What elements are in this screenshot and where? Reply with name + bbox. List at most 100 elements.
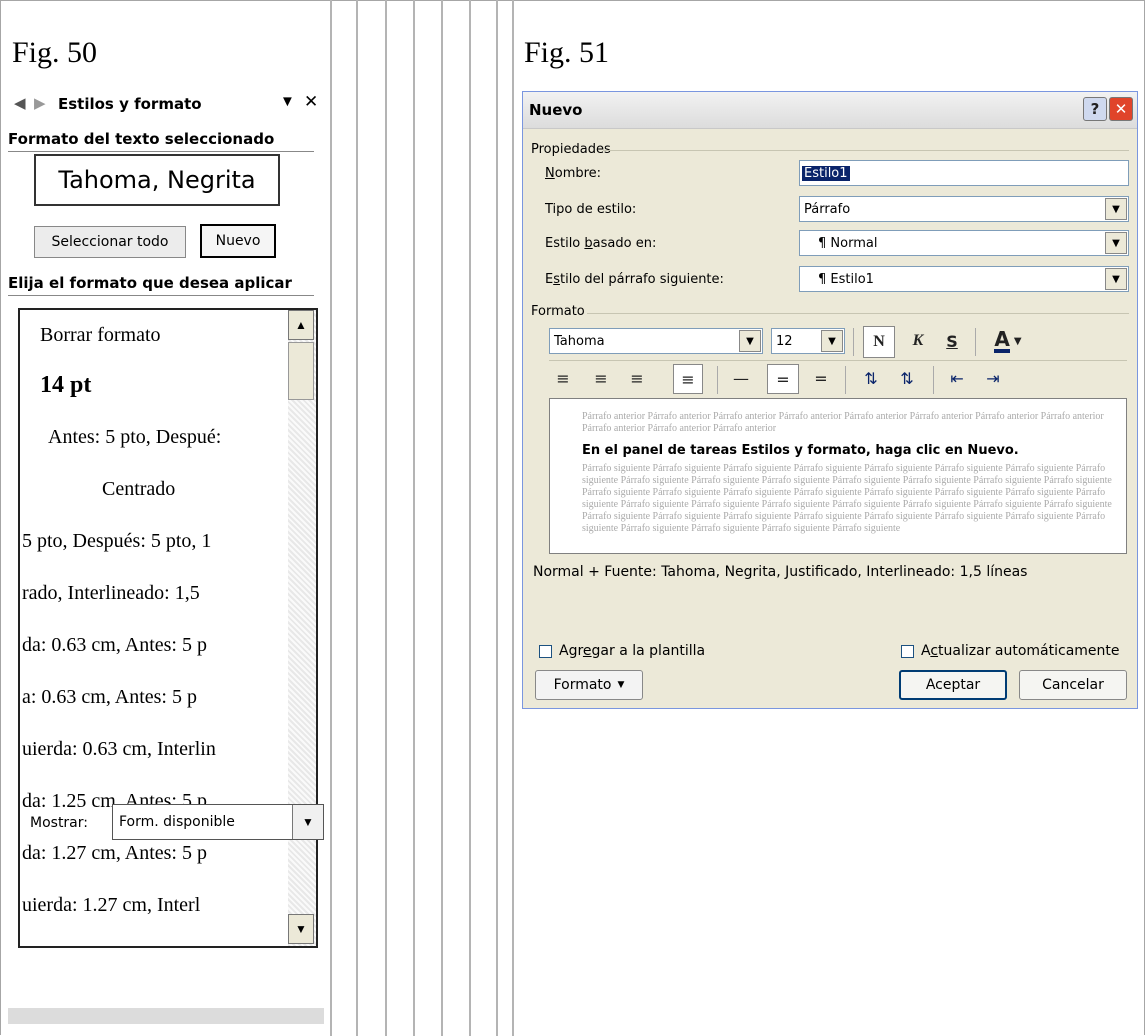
list-item[interactable]: 5 pto, Después: 5 pto, 1: [20, 517, 288, 565]
list-item[interactable]: Borrar formato: [20, 311, 306, 359]
style-description: Normal + Fuente: Tahoma, Negrita, Justif…: [533, 564, 1028, 580]
font-color-button[interactable]: A ▼: [983, 326, 1033, 356]
ok-button[interactable]: Aceptar: [899, 670, 1007, 700]
style-type-select[interactable]: Párrafo ▼: [799, 196, 1129, 222]
based-on-value: ¶ Normal: [818, 236, 878, 251]
align-left-button[interactable]: ≡: [549, 364, 577, 392]
add-to-template-checkbox[interactable]: [539, 645, 552, 658]
select-all-button[interactable]: Seleccionar todo: [34, 226, 186, 258]
single-spacing-button[interactable]: —: [727, 364, 755, 392]
name-label: Nombre:: [545, 166, 602, 181]
double-spacing-button[interactable]: =: [807, 364, 835, 392]
based-on-select[interactable]: ¶ Normal ▼: [799, 230, 1129, 256]
divider: [512, 0, 514, 1036]
align-center-button[interactable]: ≡: [587, 364, 615, 392]
chevron-down-icon[interactable]: ▼: [739, 330, 761, 352]
format-menu-label: Formato: [553, 677, 612, 693]
preview-previous-paragraph: Párrafo anterior Párrafo anterior Párraf…: [582, 411, 1104, 434]
chevron-down-icon[interactable]: ▼: [1105, 198, 1127, 220]
scroll-up-arrow-icon[interactable]: ▲: [288, 310, 314, 340]
space-after-icon[interactable]: ⇅: [893, 364, 921, 392]
toolbar-separator: [845, 366, 846, 394]
styles-task-pane: ◀ ▶ Estilos y formato ▼ ✕ Formato del te…: [8, 88, 324, 1024]
chevron-down-icon: ▼: [1013, 335, 1022, 347]
one-half-spacing-button[interactable]: =: [767, 364, 799, 394]
style-type-value: Párrafo: [804, 202, 851, 217]
selected-format-box: Tahoma, Negrita: [34, 154, 280, 206]
based-on-label: Estilo basado en:: [545, 236, 657, 251]
scrollbar-thumb[interactable]: [288, 342, 314, 400]
font-size-value: 12: [776, 334, 793, 349]
font-size-select[interactable]: 12 ▼: [771, 328, 845, 354]
name-value: Estilo1: [802, 166, 850, 181]
toolbar-separator: [717, 366, 718, 394]
list-item[interactable]: uierda: 1.27 cm, Interl: [20, 881, 288, 929]
close-icon[interactable]: ✕: [304, 92, 318, 112]
selected-format-header: Formato del texto seleccionado: [8, 130, 314, 152]
name-field[interactable]: Estilo1: [799, 160, 1129, 186]
justify-button[interactable]: ≡: [673, 364, 703, 394]
new-style-button[interactable]: Nuevo: [200, 224, 276, 258]
chevron-down-icon[interactable]: ▼: [821, 330, 843, 352]
show-label: Mostrar:: [30, 815, 88, 831]
increase-indent-icon[interactable]: ⇥: [979, 364, 1007, 392]
font-color-icon: A: [994, 327, 1010, 353]
back-arrow-icon[interactable]: ◀: [14, 94, 26, 112]
dialog-title: Nuevo: [529, 101, 583, 119]
properties-group-label: Propiedades: [531, 142, 611, 157]
list-item[interactable]: 14 pt: [20, 361, 306, 409]
bold-button[interactable]: N: [863, 326, 895, 358]
list-item[interactable]: Antes: 5 pto, Despué:: [20, 413, 314, 461]
group-divider: [587, 313, 1129, 314]
show-filter-select[interactable]: Form. disponible ▼: [112, 804, 324, 840]
format-group-label: Formato: [531, 304, 585, 319]
list-scrollbar[interactable]: ▲ ▼: [288, 310, 316, 946]
list-item[interactable]: uierda: 0.63 cm, Interlin: [20, 725, 288, 773]
divider: [330, 0, 332, 1036]
list-item[interactable]: rado, Interlineado: 1,5: [20, 569, 288, 617]
pane-menu-dropdown-icon[interactable]: ▼: [280, 93, 295, 110]
close-icon[interactable]: ✕: [1109, 97, 1133, 121]
chevron-down-icon[interactable]: ▼: [292, 805, 323, 839]
show-filter-value: Form. disponible: [119, 814, 235, 830]
align-right-button[interactable]: ≡: [623, 364, 651, 392]
chevron-down-icon[interactable]: ▼: [1105, 268, 1127, 290]
divider: [496, 0, 498, 1036]
figure-caption-51: Fig. 51: [524, 36, 610, 69]
underline-button[interactable]: S: [937, 326, 967, 356]
new-style-dialog: Nuevo ? ✕ Propiedades Nombre: Estilo1 Ti…: [522, 91, 1138, 709]
apply-format-header: Elija el formato que desea aplicar: [8, 274, 314, 296]
toolbar-divider: [549, 360, 1127, 361]
divider: [469, 0, 471, 1036]
next-style-value: ¶ Estilo1: [818, 272, 874, 287]
divider: [441, 0, 443, 1036]
toolbar-separator: [975, 328, 976, 356]
task-pane-footer: [8, 1008, 324, 1024]
font-value: Tahoma: [554, 334, 605, 349]
list-item[interactable]: Centrado: [20, 465, 316, 513]
format-list[interactable]: Borrar formato 14 pt Antes: 5 pto, Despu…: [18, 308, 318, 948]
next-style-label: Estilo del párrafo siguiente:: [545, 272, 724, 287]
help-icon[interactable]: ?: [1083, 97, 1107, 121]
list-item[interactable]: da: 0.63 cm, Antes: 5 p: [20, 621, 288, 669]
italic-button[interactable]: K: [903, 326, 933, 356]
auto-update-label: Actualizar automáticamente: [921, 643, 1120, 659]
add-to-template-label: Agregar a la plantilla: [559, 643, 706, 659]
scroll-down-arrow-icon[interactable]: ▼: [288, 914, 314, 944]
format-menu-button[interactable]: Formato ▼: [535, 670, 643, 700]
forward-arrow-icon[interactable]: ▶: [34, 94, 46, 112]
figure-caption-50: Fig. 50: [12, 36, 98, 69]
toolbar-separator: [933, 366, 934, 394]
chevron-down-icon[interactable]: ▼: [1105, 232, 1127, 254]
list-item[interactable]: a: 0.63 cm, Antes: 5 p: [20, 673, 288, 721]
cancel-button[interactable]: Cancelar: [1019, 670, 1127, 700]
auto-update-checkbox[interactable]: [901, 645, 914, 658]
decrease-indent-icon[interactable]: ⇤: [943, 364, 971, 392]
font-select[interactable]: Tahoma ▼: [549, 328, 763, 354]
next-style-select[interactable]: ¶ Estilo1 ▼: [799, 266, 1129, 292]
divider: [385, 0, 387, 1036]
space-before-icon[interactable]: ⇅: [857, 364, 885, 392]
toolbar-separator: [853, 328, 854, 356]
group-divider: [603, 150, 1129, 151]
preview-next-paragraph: Párrafo siguiente Párrafo siguiente Párr…: [582, 463, 1112, 534]
